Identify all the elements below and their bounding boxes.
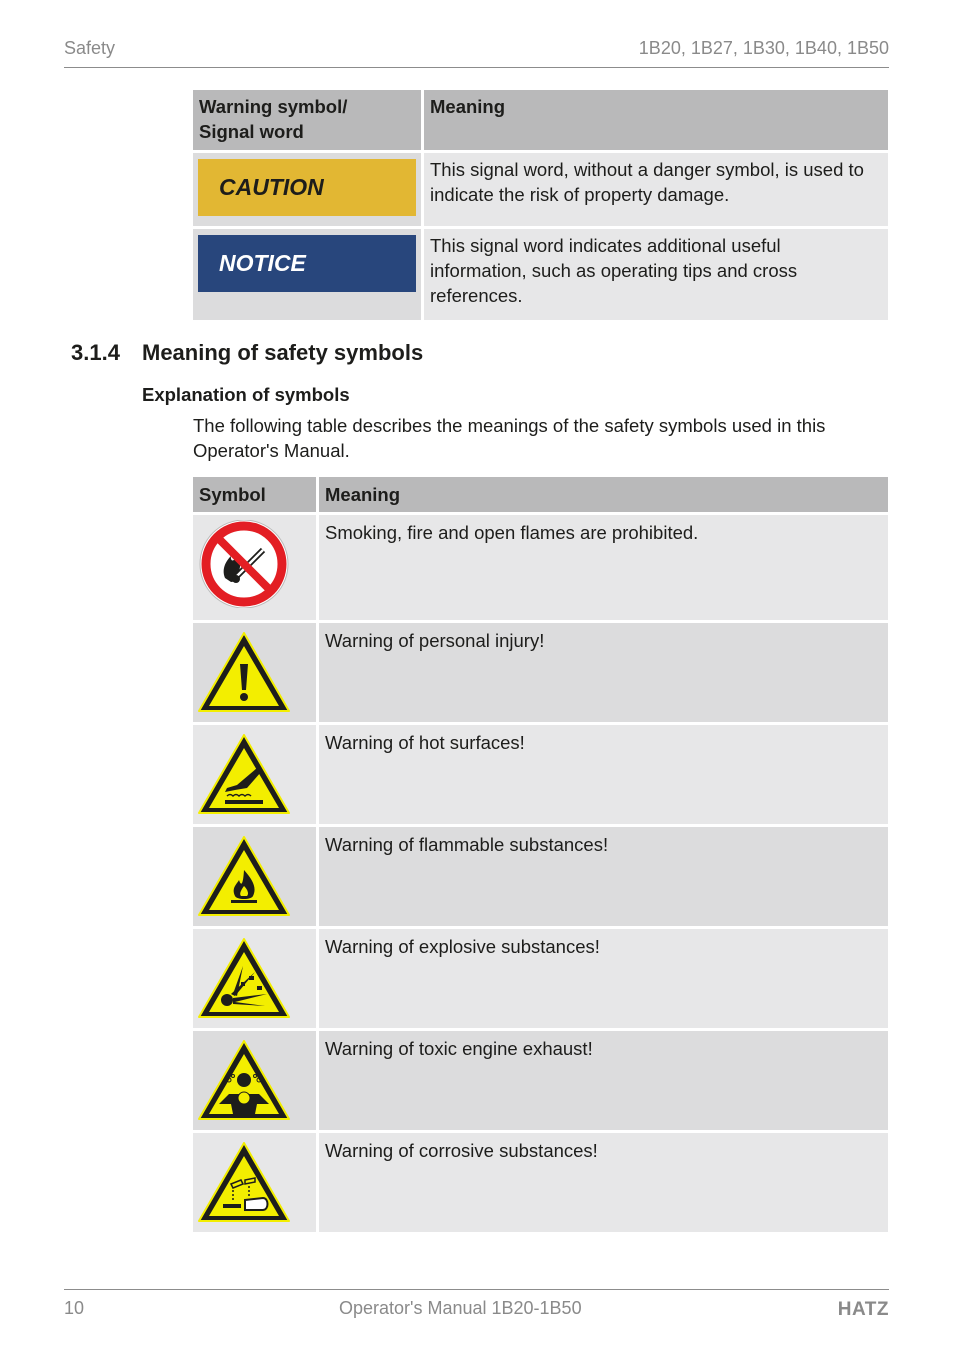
table-row: Warning of hot surfaces! <box>193 722 888 824</box>
no-open-flame-icon <box>199 520 289 608</box>
symbol-meaning: Warning of explosive substances! <box>319 926 888 1028</box>
header-section-name: Safety <box>64 38 116 58</box>
signal-cell: NOTICE <box>193 226 424 320</box>
symbol-cell <box>193 1028 319 1130</box>
toxic-exhaust-warning-icon <box>198 1040 290 1120</box>
symbol-cell <box>193 824 319 926</box>
table-row: Warning of corrosive substances! <box>193 1130 888 1232</box>
section-title-text: Meaning of safety symbols <box>142 340 424 365</box>
table-row: Warning of explosive substances! <box>193 926 888 1028</box>
manual-title: Operator's Manual 1B20-1B50 <box>339 1298 582 1318</box>
signal-meaning: This signal word, without a danger symbo… <box>424 150 888 226</box>
symbol-meaning: Warning of personal injury! <box>319 620 888 722</box>
signal-row-notice: NOTICE This signal word indicates additi… <box>193 226 888 320</box>
signal-table-header: Warning symbol/ Signal word Meaning <box>193 90 888 150</box>
hot-surface-warning-icon <box>198 734 290 814</box>
notice-signal-word: NOTICE <box>198 235 416 292</box>
page-number: 10 <box>64 1298 85 1318</box>
table-row: Smoking, fire and open flames are prohib… <box>193 512 888 620</box>
general-warning-icon <box>198 632 290 712</box>
signal-row-caution: CAUTION This signal word, without a dang… <box>193 150 888 226</box>
header-meaning: Meaning <box>424 90 888 150</box>
header-line-2: Signal word <box>199 121 304 142</box>
symbol-cell <box>193 926 319 1028</box>
symbol-table: Symbol Meaning Smoking, fire and open fl… <box>193 477 888 1232</box>
flammable-warning-icon <box>198 836 290 916</box>
caution-signal-word: CAUTION <box>198 159 416 216</box>
table-row: Warning of personal injury! <box>193 620 888 722</box>
symbol-cell <box>193 722 319 824</box>
symbol-meaning: Warning of corrosive substances! <box>319 1130 888 1232</box>
symbol-meaning: Warning of flammable substances! <box>319 824 888 926</box>
signal-word-table: Warning symbol/ Signal word Meaning CAUT… <box>193 90 888 320</box>
header-models: 1B20, 1B27, 1B30, 1B40, 1B50 <box>638 38 889 58</box>
section-title: 3.1.4 Meaning of safety symbols <box>71 340 423 366</box>
page-footer: 10 Operator's Manual 1B20-1B50 HATZ <box>64 1289 889 1329</box>
symbol-cell <box>193 620 319 722</box>
brand-logo: HATZ <box>837 1299 889 1320</box>
symbol-table-header: Symbol Meaning <box>193 477 888 512</box>
signal-cell: CAUTION <box>193 150 424 226</box>
signal-meaning: This signal word indicates additional us… <box>424 226 888 320</box>
symbol-meaning: Warning of hot surfaces! <box>319 722 888 824</box>
symbol-meaning: Warning of toxic engine exhaust! <box>319 1028 888 1130</box>
intro-paragraph: The following table describes the meanin… <box>193 415 826 461</box>
header-symbol: Symbol <box>193 477 319 512</box>
page-header: Safety 1B20, 1B27, 1B30, 1B40, 1B50 <box>64 36 889 68</box>
symbol-cell <box>193 512 319 620</box>
corrosive-warning-icon <box>198 1142 290 1222</box>
header-meaning: Meaning <box>319 477 888 512</box>
explosive-warning-icon <box>198 938 290 1018</box>
table-row: Warning of toxic engine exhaust! <box>193 1028 888 1130</box>
symbol-cell <box>193 1130 319 1232</box>
subheading: Explanation of symbols <box>142 384 350 405</box>
symbol-meaning: Smoking, fire and open flames are prohib… <box>319 512 888 620</box>
section-number: 3.1.4 <box>71 340 120 365</box>
header-line-1: Warning symbol/ <box>199 96 348 117</box>
table-row: Warning of flammable substances! <box>193 824 888 926</box>
header-warning-symbol: Warning symbol/ Signal word <box>193 90 424 150</box>
